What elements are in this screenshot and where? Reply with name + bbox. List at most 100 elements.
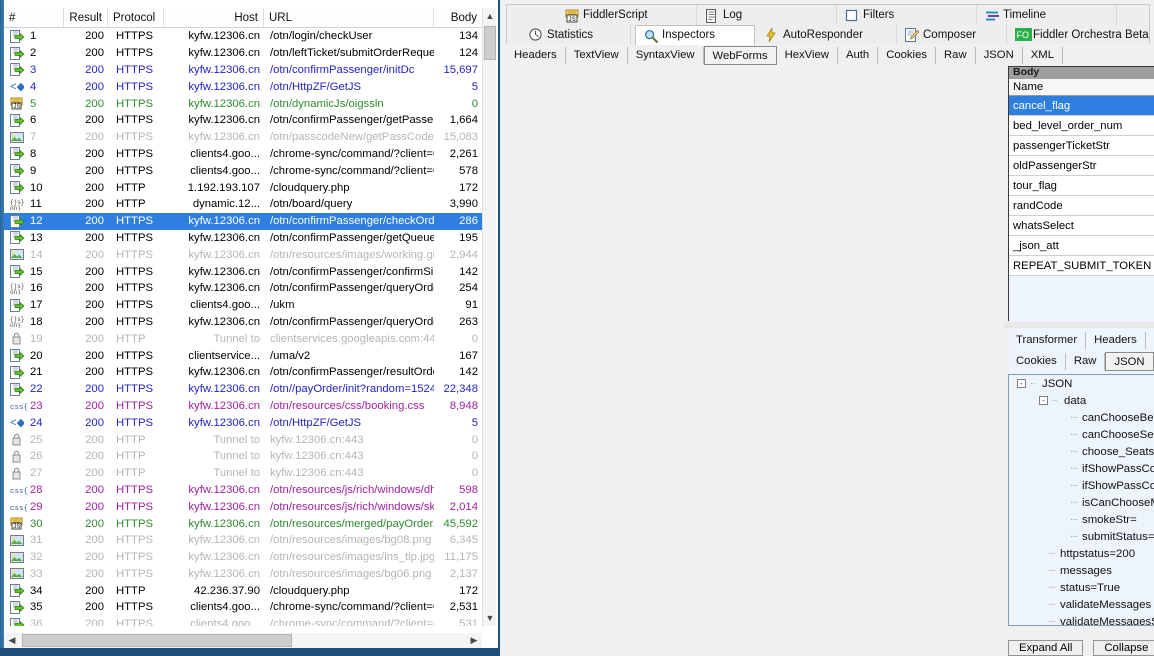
request-tab-raw[interactable]: Raw	[936, 46, 976, 64]
webforms-row[interactable]: oldPassengerStr,1,,1_	[1009, 156, 1154, 176]
session-row[interactable]: 26 200 HTTP Tunnel to kyfw.12306.cn:443 0	[4, 448, 482, 465]
request-tab-textview[interactable]: TextView	[566, 46, 628, 64]
json-tree-node[interactable]: ··· choose_Seats=MOP9	[1009, 443, 1154, 460]
ribbon-tab-fiddler-orchestra-beta[interactable]: FO Fiddler Orchestra Beta	[1007, 25, 1154, 45]
scroll-down-icon[interactable]: ▼	[483, 610, 497, 626]
session-row[interactable]: css{28 200 HTTPS kyfw.12306.cn/otn/resource…	[4, 482, 482, 499]
session-row[interactable]: 17 200 HTTPS clients4.goo... /ukm 91	[4, 297, 482, 314]
collapse-button[interactable]: Collapse	[1093, 640, 1154, 656]
session-list[interactable]: 1 200 HTTPS kyfw.12306.cn/otn/login/checkUs…	[4, 28, 482, 626]
response-tab-headers[interactable]: Headers	[1086, 332, 1146, 349]
response-tab-json[interactable]: JSON	[1105, 352, 1154, 371]
session-row[interactable]: 19 200 HTTP Tunnel to clientservices.googlea…	[4, 330, 482, 347]
request-tab-xml[interactable]: XML	[1023, 46, 1063, 64]
ribbon-tab-log[interactable]: Log	[697, 5, 837, 25]
session-list-horizontal-scrollbar[interactable]: ◀ ▶	[4, 633, 482, 648]
webforms-row[interactable]: whatsSelect1	[1009, 216, 1154, 236]
request-tab-cookies[interactable]: Cookies	[878, 46, 937, 64]
tree-collapse-toggle[interactable]: -	[1039, 396, 1048, 405]
ribbon-tab-timeline[interactable]: Timeline	[977, 5, 1117, 25]
session-row[interactable]: 14 200 HTTPS kyfw.12306.cn/otn/resources/im…	[4, 246, 482, 263]
session-row[interactable]: 10 200 HTTP 1.192.193.107/cloudquery.php 172	[4, 179, 482, 196]
json-tree-node[interactable]: - ·· data	[1009, 392, 1154, 409]
session-row[interactable]: 12 200 HTTPS kyfw.12306.cn/otn/confirmPasse…	[4, 212, 482, 230]
webforms-row[interactable]: bed_level_order_num000000000000000000000…	[1009, 116, 1154, 136]
session-row[interactable]: 13 200 HTTPS kyfw.12306.cn/otn/confirmPasse…	[4, 230, 482, 247]
json-tree-node[interactable]: ··· submitStatus=True	[1009, 528, 1154, 545]
session-row[interactable]: 6 200 HTTPS kyfw.12306.cn/otn/confirmPassen…	[4, 112, 482, 129]
session-row[interactable]: JS 30 200 HTTPS kyfw.12306.cn/otn/resources/…	[4, 515, 482, 532]
webforms-row[interactable]: cancel_flag2	[1009, 96, 1154, 116]
session-row[interactable]: 7 200 HTTPS kyfw.12306.cn/otn/passcodeNew/g…	[4, 129, 482, 146]
request-tab-headers[interactable]: Headers	[506, 46, 566, 64]
session-row[interactable]: 31 200 HTTPS kyfw.12306.cn/otn/resources/im…	[4, 532, 482, 549]
session-row[interactable]: 9 200 HTTPS clients4.goo... /chrome-sync/com…	[4, 162, 482, 179]
json-tree-node[interactable]: ··· canChooseSeats=N	[1009, 426, 1154, 443]
tree-collapse-toggle[interactable]: -	[1017, 379, 1026, 388]
session-row[interactable]: 34 200 HTTP 42.236.37.90/cloudquery.php 172	[4, 582, 482, 599]
json-tree-node[interactable]: ··· ifShowPassCodeTime=1	[1009, 477, 1154, 494]
json-tree-node[interactable]: ··· status=True	[1009, 579, 1154, 596]
session-row[interactable]: css{29 200 HTTPS kyfw.12306.cn/otn/resource…	[4, 498, 482, 515]
session-row[interactable]: <◆> 4 200 HTTPS kyfw.12306.cn/otn/HttpZF/Get…	[4, 78, 482, 95]
request-tab-hexview[interactable]: HexView	[777, 46, 838, 64]
session-row[interactable]: 21 200 HTTPS kyfw.12306.cn/otn/confirmPasse…	[4, 364, 482, 381]
json-tree-node[interactable]: ··· messages	[1009, 562, 1154, 579]
json-tree-node[interactable]: ··· validateMessagesShowId=_validatorMess…	[1009, 613, 1154, 626]
session-row[interactable]: <◆> 24 200 HTTPS kyfw.12306.cn/otn/HttpZF/Ge…	[4, 414, 482, 431]
response-tab-raw[interactable]: Raw	[1066, 353, 1106, 370]
webforms-rows[interactable]: cancel_flag2bed_level_order_num000000000…	[1009, 96, 1154, 276]
request-tab-syntaxview[interactable]: SyntaxView	[628, 46, 704, 64]
column-header-result[interactable]: Result	[64, 7, 108, 28]
ribbon-tab-statistics[interactable]: Statistics	[521, 24, 631, 45]
panel-splitter[interactable]	[1004, 322, 1154, 328]
webforms-row[interactable]: _json_att	[1009, 236, 1154, 256]
webforms-row[interactable]: REPEAT_SUBMIT_TOKEN30f7d9248a5312194ce2e…	[1009, 256, 1154, 276]
request-tab-auth[interactable]: Auth	[838, 46, 879, 64]
webforms-row[interactable]: tour_flagdc	[1009, 176, 1154, 196]
session-row[interactable]: {js} on} 11 200 HTTP dynamic.12... /otn/board/…	[4, 196, 482, 213]
session-row[interactable]: JS 5 200 HTTPS kyfw.12306.cn/otn/dynamicJs/o…	[4, 95, 482, 112]
column-header-host[interactable]: Host	[164, 7, 264, 28]
ribbon-tab-composer[interactable]: Composer	[897, 24, 1007, 45]
scrollbar-thumb[interactable]	[484, 26, 496, 60]
session-row[interactable]: 22 200 HTTPS kyfw.12306.cn/otn//payOrder/in…	[4, 381, 482, 398]
request-inspector-tabs[interactable]: Headers TextView SyntaxView WebForms HexView…	[506, 45, 1150, 65]
json-tree-node[interactable]: ··· ifShowPassCode=N	[1009, 460, 1154, 477]
json-tree-node[interactable]: ··· canChooseBeds=N	[1009, 409, 1154, 426]
response-tab-transformer[interactable]: Transformer	[1008, 332, 1087, 349]
session-list-vertical-scrollbar[interactable]: ▲ ▼	[482, 8, 496, 626]
session-row[interactable]: 32 200 HTTPS kyfw.12306.cn/otn/resources/im…	[4, 549, 482, 566]
session-row[interactable]: 33 200 HTTPS kyfw.12306.cn/otn/resources/im…	[4, 566, 482, 583]
session-row[interactable]: 1 200 HTTPS kyfw.12306.cn/otn/login/checkUs…	[4, 28, 482, 45]
webforms-row[interactable]: passengerTicketStr1,0,,N	[1009, 136, 1154, 156]
ribbon-tab-filters[interactable]: Filters	[837, 5, 977, 25]
session-row[interactable]: 20 200 HTTPS clientservice... /uma/v2 167	[4, 347, 482, 364]
scroll-right-icon[interactable]: ▶	[466, 633, 482, 648]
webforms-column-name[interactable]: Name	[1009, 79, 1154, 95]
session-row[interactable]: 15 200 HTTPS kyfw.12306.cn/otn/confirmPasse…	[4, 263, 482, 280]
session-row[interactable]: css{23 200 HTTPS kyfw.12306.cn/otn/resource…	[4, 398, 482, 415]
session-row[interactable]: 27 200 HTTP Tunnel to kyfw.12306.cn:443 0	[4, 465, 482, 482]
json-tree-node[interactable]: ··· smokeStr=	[1009, 511, 1154, 528]
expand-all-button[interactable]: Expand All	[1008, 640, 1084, 656]
json-tree-node[interactable]: ··· validateMessages	[1009, 596, 1154, 613]
ribbon-tab-autoresponder[interactable]: AutoResponder	[757, 24, 897, 45]
response-tab-textview[interactable]: TextView	[1146, 332, 1154, 349]
session-row[interactable]: {js} on} 16 200 HTTPS kyfw.12306.cn/otn/confi…	[4, 280, 482, 297]
ribbon-tab-fiddlerscript[interactable]: JS FiddlerScript	[557, 5, 697, 25]
json-tree-node[interactable]: ··· isCanChooseMid=N	[1009, 494, 1154, 511]
scroll-up-icon[interactable]: ▲	[483, 8, 497, 24]
hscrollbar-thumb[interactable]	[22, 634, 292, 647]
session-row[interactable]: {js} on} 18 200 HTTPS kyfw.12306.cn/otn/confi…	[4, 314, 482, 331]
ribbon-tab-inspectors[interactable]: Inspectors	[635, 24, 755, 45]
column-header-url[interactable]: URL	[264, 7, 434, 28]
response-inspector-tabs-row1[interactable]: TransformerHeadersTextViewSyntaxViewImag…	[1008, 330, 1154, 351]
request-tab-json[interactable]: JSON	[976, 46, 1023, 64]
response-inspector-tabs-row2[interactable]: CookiesRawJSONXML	[1008, 351, 1154, 372]
session-row[interactable]: 8 200 HTTPS clients4.goo... /chrome-sync/com…	[4, 146, 482, 163]
session-row[interactable]: 25 200 HTTP Tunnel to kyfw.12306.cn:443 0	[4, 431, 482, 448]
json-tree-node[interactable]: ··· httpstatus=200	[1009, 545, 1154, 562]
session-row[interactable]: 35 200 HTTPS clients4.goo... /chrome-sync/co…	[4, 599, 482, 616]
column-header-body[interactable]: Body	[434, 8, 482, 28]
